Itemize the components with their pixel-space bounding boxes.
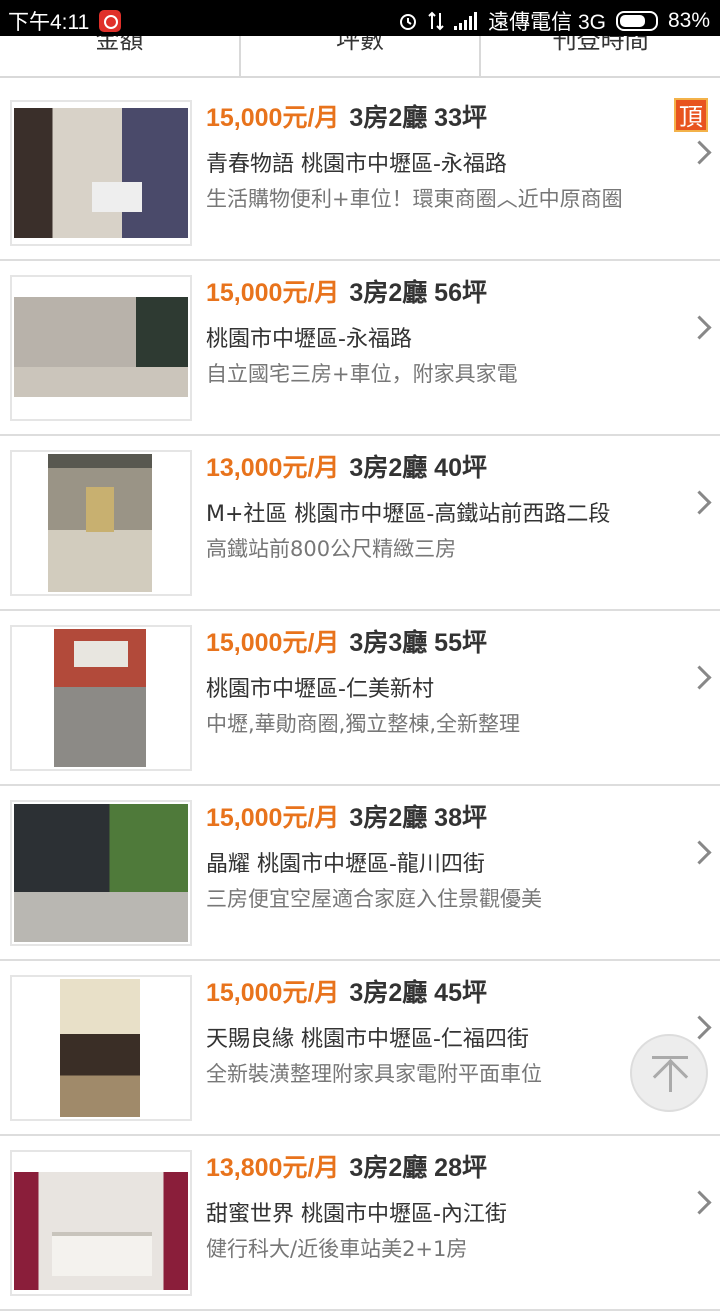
listing-layout: 3房2廳 45坪	[349, 979, 487, 1007]
carrier-label: 遠傳電信 3G	[488, 11, 606, 34]
listing-address: 天賜良緣 桃園市中壢區-仁福四街	[206, 1027, 529, 1052]
listing-price: 15,000元/月 3房2廳 38坪	[206, 804, 487, 832]
listing-layout: 3房2廳 56坪	[349, 279, 487, 307]
sort-tab-price[interactable]: 金額	[0, 36, 241, 76]
listing-price: 15,000元/月 3房2廳 45坪	[206, 979, 487, 1007]
listing-layout: 3房2廳 28坪	[349, 1154, 487, 1182]
chevron-right-icon	[687, 140, 712, 165]
alarm-app-icon	[99, 10, 122, 32]
listing-address: 青春物語 桃園市中壢區-永福路	[206, 152, 507, 177]
chevron-right-icon	[687, 1190, 712, 1215]
listing-photo	[10, 450, 192, 596]
listing-description: 健行科大/近後車站美2+1房	[206, 1237, 468, 1261]
listing-description: 三房便宜空屋適合家庭入住景觀優美	[206, 887, 542, 911]
top-badge: 頂	[674, 98, 708, 132]
listing-address: 甜蜜世界 桃園市中壢區-內江街	[206, 1202, 507, 1227]
signal-icon	[454, 12, 478, 30]
chevron-right-icon	[687, 490, 712, 515]
listing-description: 全新裝潢整理附家具家電附平面車位	[206, 1062, 542, 1086]
status-bar: 下午4:11 遠傳電信 3G 83%	[0, 0, 720, 36]
listing-price: 13,800元/月 3房2廳 28坪	[206, 1154, 487, 1182]
listing-description: 生活購物便利+車位！環東商圈︿近中原商圈	[206, 187, 623, 211]
listing-photo	[10, 100, 192, 246]
listing-price: 15,000元/月 3房2廳 33坪	[206, 104, 487, 132]
listing-layout: 3房3廳 55坪	[349, 629, 487, 657]
listing-item[interactable]: 13,000元/月 3房2廳 40坪 M+社區 桃園市中壢區-高鐵站前西路二段 高…	[0, 436, 720, 611]
listing-photo	[10, 1150, 192, 1296]
listing-photo	[10, 975, 192, 1121]
chevron-right-icon	[687, 840, 712, 865]
listing-photo	[10, 800, 192, 946]
listing-description: 自立國宅三房+車位，附家具家電	[206, 362, 518, 386]
battery-percent: 83%	[667, 9, 710, 32]
alarm-icon	[400, 14, 417, 30]
listing-price: 15,000元/月 3房2廳 56坪	[206, 279, 487, 307]
status-time: 下午4:11	[8, 11, 90, 34]
listing-address: M+社區 桃園市中壢區-高鐵站前西路二段	[206, 502, 611, 527]
listing-photo	[10, 275, 192, 421]
listing-item[interactable]: 15,000元/月 3房2廳 38坪 晶耀 桃園市中壢區-龍川四街 三房便宜空屋適…	[0, 786, 720, 961]
listing-address: 桃園市中壢區-仁美新村	[206, 677, 434, 702]
chevron-right-icon	[687, 665, 712, 690]
listing-layout: 3房2廳 40坪	[349, 454, 487, 482]
chevron-right-icon	[687, 315, 712, 340]
listing-list: 15,000元/月 3房2廳 33坪 青春物語 桃園市中壢區-永福路 生活購物便利…	[0, 86, 720, 1311]
listing-item[interactable]: 13,800元/月 3房2廳 28坪 甜蜜世界 桃園市中壢區-內江街 健行科大/近…	[0, 1136, 720, 1311]
sort-tab-area[interactable]: 坪數	[241, 36, 482, 76]
chevron-right-icon	[687, 1015, 712, 1040]
listing-item[interactable]: 15,000元/月 3房2廳 45坪 天賜良緣 桃園市中壢區-仁福四街 全新裝潢整…	[0, 961, 720, 1136]
listing-layout: 3房2廳 33坪	[349, 104, 487, 132]
listing-description: 高鐵站前800公尺精緻三房	[206, 537, 457, 561]
listing-layout: 3房2廳 38坪	[349, 804, 487, 832]
listing-address: 晶耀 桃園市中壢區-龍川四街	[206, 852, 485, 877]
sort-tab-date[interactable]: 刊登時間	[481, 36, 720, 76]
scroll-to-top-button[interactable]	[630, 1034, 708, 1112]
listing-address: 桃園市中壢區-永福路	[206, 327, 412, 352]
sort-tab-bar: 金額 坪數 刊登時間	[0, 36, 720, 78]
listing-item[interactable]: 15,000元/月 3房2廳 56坪 桃園市中壢區-永福路 自立國宅三房+車位，附…	[0, 261, 720, 436]
listing-price: 13,000元/月 3房2廳 40坪	[206, 454, 487, 482]
data-transfer-icon	[428, 11, 444, 31]
listing-description: 中壢,華勛商圈,獨立整棟,全新整理	[206, 712, 521, 736]
battery-icon	[615, 11, 658, 31]
listing-photo	[10, 625, 192, 771]
listing-item[interactable]: 15,000元/月 3房3廳 55坪 桃園市中壢區-仁美新村 中壢,華勛商圈,獨立…	[0, 611, 720, 786]
listing-price: 15,000元/月 3房3廳 55坪	[206, 629, 487, 657]
listing-item[interactable]: 15,000元/月 3房2廳 33坪 青春物語 桃園市中壢區-永福路 生活購物便利…	[0, 86, 720, 261]
